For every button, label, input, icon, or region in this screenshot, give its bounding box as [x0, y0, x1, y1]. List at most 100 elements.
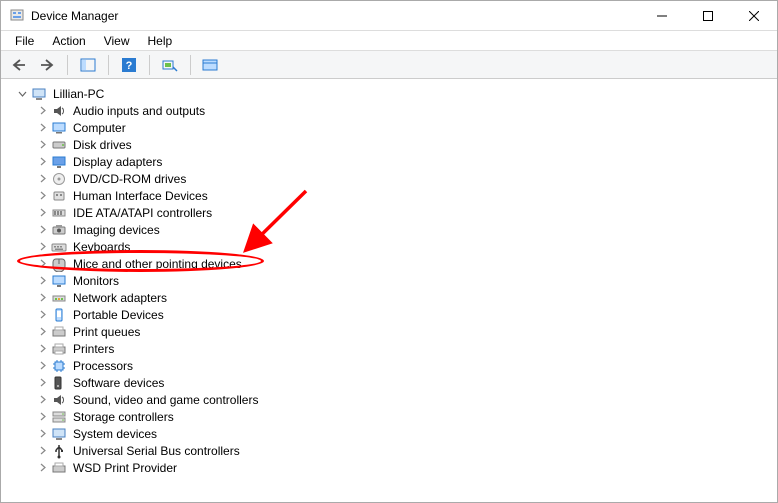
wsd-icon: [51, 460, 67, 476]
tree-item[interactable]: Portable Devices: [11, 307, 166, 323]
tree-item-label: Monitors: [71, 274, 121, 288]
expander-icon[interactable]: [37, 412, 47, 422]
expander-icon[interactable]: [17, 89, 27, 99]
show-hide-console-tree-button[interactable]: [76, 54, 100, 76]
tree-root-node[interactable]: Lillian-PC: [11, 86, 106, 102]
display-icon: [51, 154, 67, 170]
menu-help[interactable]: Help: [140, 32, 181, 50]
tree-item-label: Printers: [71, 342, 116, 356]
tree-item[interactable]: Universal Serial Bus controllers: [11, 443, 242, 459]
toolbar: ?: [1, 51, 777, 79]
expander-icon[interactable]: [37, 242, 47, 252]
window-controls: [639, 1, 777, 30]
tree-root-label: Lillian-PC: [51, 87, 106, 101]
back-button[interactable]: [7, 54, 31, 76]
tree-item-label: Software devices: [71, 376, 166, 390]
tree-item-label: Network adapters: [71, 291, 169, 305]
expander-icon[interactable]: [37, 191, 47, 201]
usb-icon: [51, 443, 67, 459]
expander-icon[interactable]: [37, 395, 47, 405]
expander-icon[interactable]: [37, 327, 47, 337]
titlebar: Device Manager: [1, 1, 777, 31]
tree-item[interactable]: Monitors: [11, 273, 121, 289]
expander-icon[interactable]: [37, 174, 47, 184]
expander-icon[interactable]: [37, 208, 47, 218]
tree-item[interactable]: Audio inputs and outputs: [11, 103, 207, 119]
tree-item-label: Imaging devices: [71, 223, 162, 237]
expander-icon[interactable]: [37, 106, 47, 116]
tree-item[interactable]: Keyboards: [11, 239, 132, 255]
tree-item[interactable]: Computer: [11, 120, 128, 136]
tree-item[interactable]: Imaging devices: [11, 222, 162, 238]
expander-icon[interactable]: [37, 310, 47, 320]
disk-icon: [51, 137, 67, 153]
expander-icon[interactable]: [37, 463, 47, 473]
dvd-icon: [51, 171, 67, 187]
expander-icon[interactable]: [37, 140, 47, 150]
properties-button[interactable]: [199, 54, 223, 76]
hid-icon: [51, 188, 67, 204]
audio-icon: [51, 103, 67, 119]
tree-item[interactable]: Disk drives: [11, 137, 134, 153]
expander-icon[interactable]: [37, 225, 47, 235]
tree-item-label: Audio inputs and outputs: [71, 104, 207, 118]
svg-text:?: ?: [126, 60, 133, 72]
toolbar-separator: [149, 55, 150, 75]
expander-icon[interactable]: [37, 293, 47, 303]
computer-icon: [51, 120, 67, 136]
software-icon: [51, 375, 67, 391]
portable-icon: [51, 307, 67, 323]
storage-icon: [51, 409, 67, 425]
expander-icon[interactable]: [37, 429, 47, 439]
tree-item[interactable]: Processors: [11, 358, 135, 374]
tree-item[interactable]: Human Interface Devices: [11, 188, 210, 204]
device-tree[interactable]: Lillian-PC Audio inputs and outputs Comput…: [1, 81, 777, 502]
tree-item-label: Portable Devices: [71, 308, 166, 322]
tree-item[interactable]: Network adapters: [11, 290, 169, 306]
expander-icon[interactable]: [37, 361, 47, 371]
expander-icon[interactable]: [37, 123, 47, 133]
computer-icon: [31, 86, 47, 102]
tree-item-label: Mice and other pointing devices: [71, 257, 244, 271]
tree-item-label: Sound, video and game controllers: [71, 393, 260, 407]
expander-icon[interactable]: [37, 276, 47, 286]
tree-item[interactable]: WSD Print Provider: [11, 460, 179, 476]
tree-item[interactable]: Mice and other pointing devices: [11, 256, 244, 272]
expander-icon[interactable]: [37, 378, 47, 388]
maximize-button[interactable]: [685, 1, 731, 30]
ide-icon: [51, 205, 67, 221]
minimize-button[interactable]: [639, 1, 685, 30]
tree-item-label: Computer: [71, 121, 128, 135]
menu-view[interactable]: View: [96, 32, 138, 50]
tree-item[interactable]: System devices: [11, 426, 159, 442]
printer-icon: [51, 341, 67, 357]
scan-hardware-button[interactable]: [158, 54, 182, 76]
tree-item[interactable]: Printers: [11, 341, 116, 357]
tree-item[interactable]: Display adapters: [11, 154, 164, 170]
close-button[interactable]: [731, 1, 777, 30]
app-icon: [9, 8, 25, 24]
menu-file[interactable]: File: [7, 32, 42, 50]
tree-item[interactable]: DVD/CD-ROM drives: [11, 171, 188, 187]
menubar: File Action View Help: [1, 31, 777, 51]
toolbar-separator: [190, 55, 191, 75]
tree-item[interactable]: Storage controllers: [11, 409, 176, 425]
tree-item[interactable]: Print queues: [11, 324, 142, 340]
forward-button[interactable]: [35, 54, 59, 76]
tree-item[interactable]: IDE ATA/ATAPI controllers: [11, 205, 214, 221]
processor-icon: [51, 358, 67, 374]
expander-icon[interactable]: [37, 157, 47, 167]
tree-item[interactable]: Sound, video and game controllers: [11, 392, 260, 408]
expander-icon[interactable]: [37, 446, 47, 456]
help-button[interactable]: ?: [117, 54, 141, 76]
tree-item-label: WSD Print Provider: [71, 461, 179, 475]
tree-item[interactable]: Software devices: [11, 375, 166, 391]
expander-icon[interactable]: [37, 344, 47, 354]
expander-icon[interactable]: [37, 259, 47, 269]
menu-action[interactable]: Action: [44, 32, 93, 50]
printqueue-icon: [51, 324, 67, 340]
tree-item-label: Human Interface Devices: [71, 189, 210, 203]
tree-item-label: Processors: [71, 359, 135, 373]
tree-item-label: Print queues: [71, 325, 142, 339]
tree-item-label: Storage controllers: [71, 410, 176, 424]
